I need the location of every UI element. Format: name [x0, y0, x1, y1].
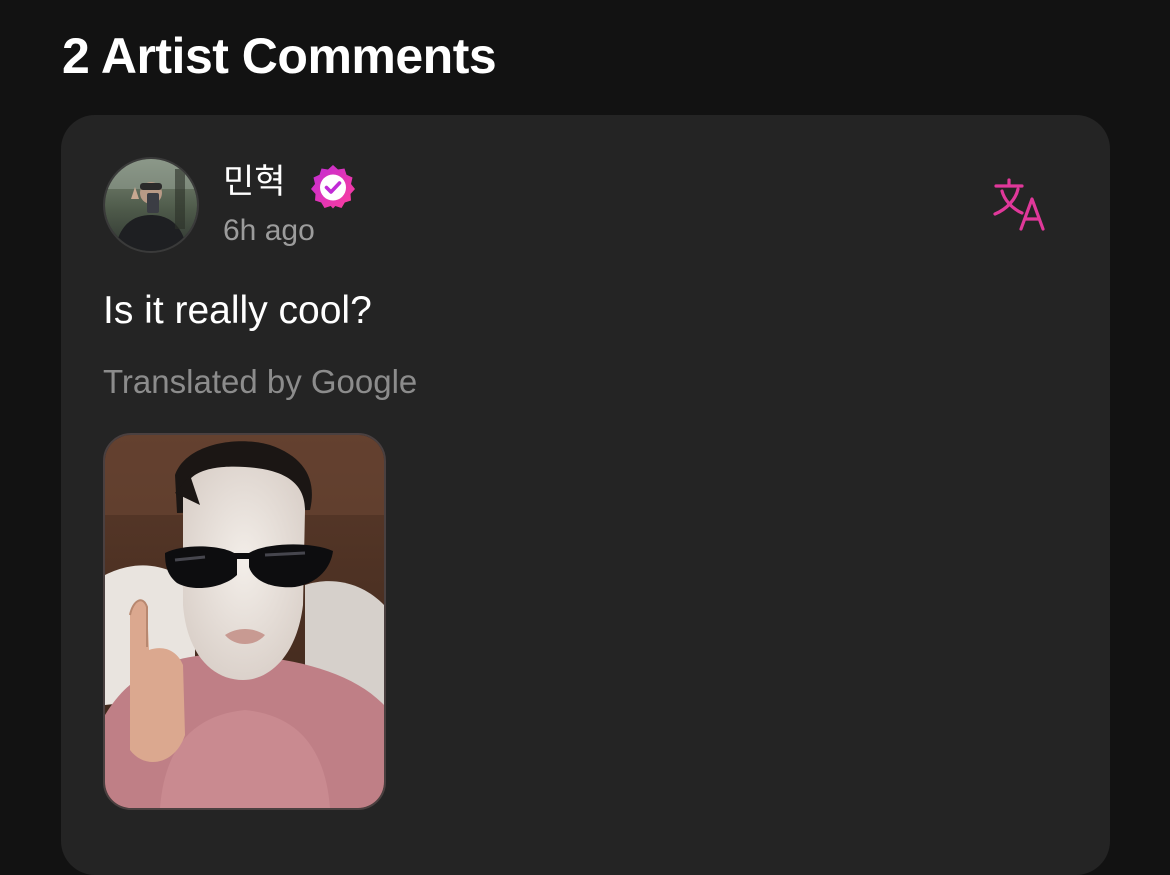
- comment-timestamp: 6h ago: [223, 214, 315, 247]
- translation-attribution: Translated by Google: [103, 363, 418, 400]
- artist-comment-card: 민혁 6h ago Is it really cool? Translated …: [61, 115, 1110, 875]
- avatar-photo: [105, 159, 197, 251]
- author-avatar[interactable]: [103, 157, 199, 253]
- section-title: 2 Artist Comments: [62, 28, 497, 84]
- comment-photo[interactable]: [103, 433, 386, 810]
- author-name[interactable]: 민혁: [223, 161, 286, 203]
- verified-badge-icon: [311, 165, 355, 209]
- selfie-image: [105, 435, 384, 808]
- translate-icon[interactable]: [991, 177, 1051, 233]
- comment-text: Is it really cool?: [103, 289, 372, 332]
